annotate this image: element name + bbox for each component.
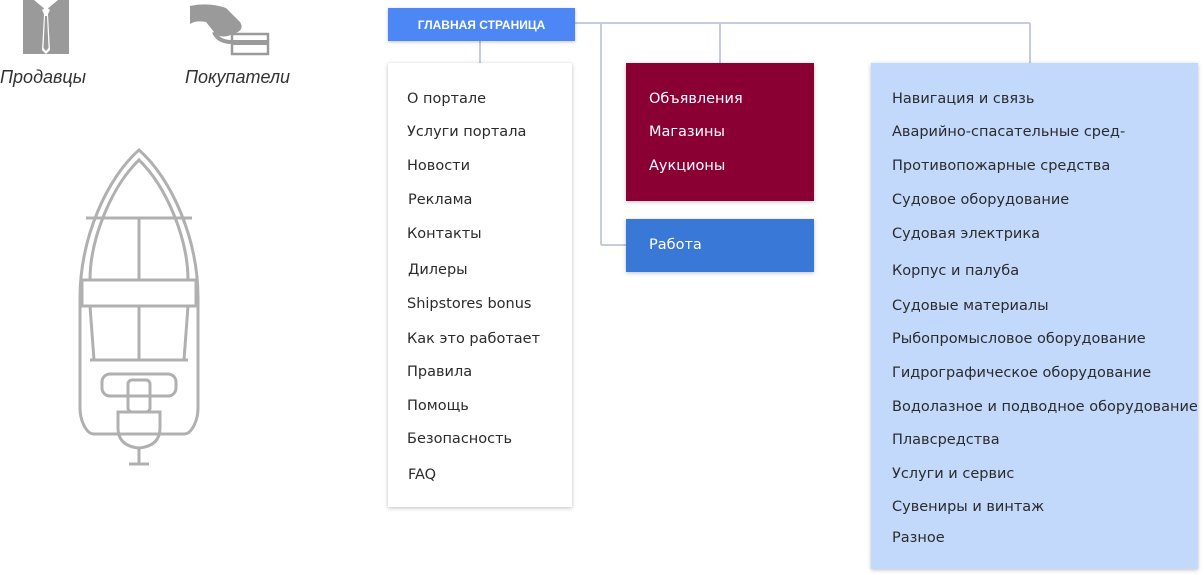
buyer-card-hand-icon xyxy=(190,4,270,56)
catalog-item-ship-equipment[interactable]: Судовое оборудование xyxy=(892,191,1069,209)
catalog-item-materials[interactable]: Судовые материалы xyxy=(892,297,1049,315)
catalog-item-watercraft[interactable]: Плавсредства xyxy=(892,431,1000,449)
menu-item-contacts[interactable]: Контакты xyxy=(407,225,482,243)
menu-item-stores[interactable]: Магазины xyxy=(649,123,725,141)
catalog-item-misc[interactable]: Разное xyxy=(892,529,945,547)
catalog-menu-panel: Навигация и связь Аварийно-спасательные … xyxy=(871,63,1198,569)
catalog-item-fire[interactable]: Противопожарные средства xyxy=(892,157,1110,175)
market-menu-panel: Объявления Магазины Аукционы xyxy=(626,63,814,201)
catalog-item-souvenirs[interactable]: Сувениры и винтаж xyxy=(892,498,1044,516)
menu-item-about[interactable]: О портале xyxy=(407,90,486,108)
buyers-label[interactable]: Покупатели xyxy=(185,67,290,88)
catalog-item-navigation[interactable]: Навигация и связь xyxy=(892,90,1034,108)
portal-menu-panel: О портале Услуги портала Новости Реклама… xyxy=(388,63,572,507)
catalog-item-hydrographic[interactable]: Гидрографическое оборудование xyxy=(892,364,1151,382)
jobs-menu-panel: Работа xyxy=(626,219,814,272)
boat-top-view-icon xyxy=(78,148,200,466)
menu-item-help[interactable]: Помощь xyxy=(407,397,469,415)
menu-item-faq[interactable]: FAQ xyxy=(408,466,436,484)
menu-item-auctions[interactable]: Аукционы xyxy=(649,157,725,175)
menu-item-jobs[interactable]: Работа xyxy=(649,236,702,254)
menu-item-advertising[interactable]: Реклама xyxy=(408,191,472,209)
menu-item-ads[interactable]: Объявления xyxy=(649,90,743,108)
menu-item-news[interactable]: Новости xyxy=(407,157,470,175)
menu-item-rules[interactable]: Правила xyxy=(407,363,472,381)
menu-item-services[interactable]: Услуги портала xyxy=(407,123,526,141)
catalog-item-rescue[interactable]: Аварийно-спасательные сред- xyxy=(892,123,1125,141)
catalog-item-hull-deck[interactable]: Корпус и палуба xyxy=(892,262,1019,280)
home-page-node[interactable]: ГЛАВНАЯ СТРАНИЦА xyxy=(388,8,575,41)
catalog-item-fishing[interactable]: Рыбопромысловое оборудование xyxy=(892,330,1146,348)
menu-item-how-it-works[interactable]: Как это работает xyxy=(407,330,540,348)
catalog-item-service[interactable]: Услуги и сервис xyxy=(892,465,1014,483)
menu-item-dealers[interactable]: Дилеры xyxy=(408,261,468,279)
catalog-item-electrics[interactable]: Судовая электрика xyxy=(892,225,1040,243)
catalog-item-diving[interactable]: Водолазное и подводное оборудование xyxy=(892,398,1198,416)
seller-shirt-icon xyxy=(23,0,69,54)
sellers-label[interactable]: Продавцы xyxy=(0,67,86,88)
menu-item-security[interactable]: Безопасность xyxy=(407,430,512,448)
menu-item-shipstores-bonus[interactable]: Shipstores bonus xyxy=(407,295,531,313)
